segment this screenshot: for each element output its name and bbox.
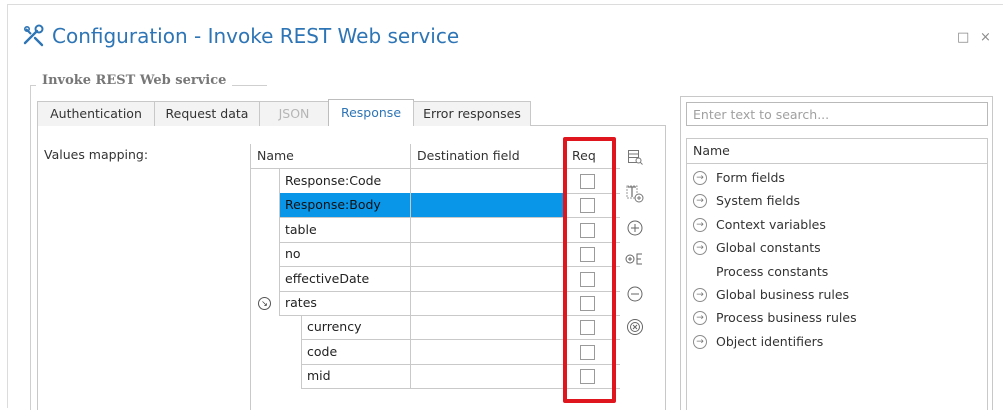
- row-destination-cell[interactable]: [411, 315, 566, 341]
- row-destination-cell[interactable]: [411, 364, 566, 390]
- tab-authentication[interactable]: Authentication: [37, 101, 155, 126]
- tree-header[interactable]: Name: [687, 139, 987, 164]
- column-header-name[interactable]: Name: [251, 144, 411, 169]
- group-border: [30, 85, 31, 410]
- expand-arrow-icon[interactable]: →: [693, 217, 707, 232]
- expand-collapse-icon[interactable]: ↘: [258, 297, 271, 310]
- row-destination-cell[interactable]: [411, 291, 566, 316]
- tree-item-label: Process constants: [716, 263, 829, 279]
- tab-request-data[interactable]: Request data: [154, 101, 260, 126]
- tree-item-label: Global constants: [716, 240, 821, 256]
- row-name-cell[interactable]: currency: [301, 315, 411, 341]
- window-title: Configuration - Invoke REST Web service: [52, 24, 460, 48]
- maximize-button[interactable]: □: [957, 30, 969, 45]
- tools-icon: [23, 24, 44, 47]
- expand-arrow-icon[interactable]: →: [693, 288, 707, 302]
- close-button[interactable]: ×: [980, 30, 991, 45]
- row-name-cell[interactable]: no: [279, 242, 411, 268]
- tab-json: JSON: [259, 101, 329, 126]
- row-destination-cell[interactable]: [411, 339, 566, 365]
- group-title: Invoke REST Web service: [36, 73, 233, 88]
- delete-circle-icon[interactable]: [625, 317, 645, 337]
- row-name-cell[interactable]: mid: [301, 364, 411, 390]
- row-name-cell[interactable]: effectiveDate: [279, 266, 411, 292]
- tree-item[interactable]: → Context variables: [687, 214, 987, 236]
- add-circle-icon[interactable]: [625, 218, 645, 238]
- row-name-cell[interactable]: Response:Code: [279, 169, 411, 194]
- add-child-icon[interactable]: [625, 249, 645, 269]
- row-name-cell[interactable]: rates: [279, 291, 411, 316]
- values-mapping-label: Values mapping:: [44, 147, 149, 162]
- add-text-field-icon[interactable]: [625, 184, 645, 204]
- row-destination-cell[interactable]: [411, 193, 566, 219]
- row-name-cell[interactable]: code: [301, 339, 411, 365]
- tree-item-label: Object identifiers: [716, 333, 824, 349]
- tree-item[interactable]: Process constants: [687, 261, 987, 283]
- expand-arrow-icon[interactable]: →: [693, 334, 707, 349]
- expand-arrow-icon[interactable]: →: [693, 311, 707, 326]
- remove-circle-icon[interactable]: [625, 284, 645, 304]
- table-search-icon[interactable]: [625, 147, 645, 167]
- tree-item-label: Process business rules: [716, 310, 857, 326]
- row-name-cell[interactable]: Response:Body: [279, 193, 411, 219]
- tree-item[interactable]: → System fields: [687, 190, 987, 212]
- row-name-cell[interactable]: table: [279, 217, 411, 243]
- tree-item-label: System fields: [716, 193, 801, 209]
- expand-arrow-icon[interactable]: →: [693, 194, 707, 209]
- row-destination-cell[interactable]: [411, 217, 566, 243]
- tree-item-label: Context variables: [716, 216, 826, 232]
- tree-item[interactable]: → Process business rules: [687, 307, 987, 329]
- row-destination-cell[interactable]: [411, 169, 566, 194]
- fields-tree: Name → Form fields → System fields → Context …: [686, 138, 988, 410]
- tab-response[interactable]: Response: [328, 99, 414, 126]
- row-destination-cell[interactable]: [411, 242, 566, 268]
- expand-arrow-icon[interactable]: →: [693, 171, 707, 185]
- tree-item-label: Global business rules: [716, 287, 850, 302]
- tree-item[interactable]: → Global business rules: [687, 284, 987, 306]
- tab-error-responses[interactable]: Error responses: [413, 101, 531, 126]
- tree-item[interactable]: → Object identifiers: [687, 331, 987, 353]
- expand-arrow-icon[interactable]: →: [693, 241, 707, 256]
- row-destination-cell[interactable]: [411, 266, 566, 292]
- tree-item-label: Form fields: [716, 170, 785, 185]
- tree-item[interactable]: → Form fields: [687, 167, 987, 189]
- search-input[interactable]: [686, 102, 988, 126]
- column-header-destination[interactable]: Destination field: [411, 144, 566, 169]
- req-column-highlight: [563, 137, 616, 403]
- tree-item[interactable]: → Global constants: [687, 237, 987, 259]
